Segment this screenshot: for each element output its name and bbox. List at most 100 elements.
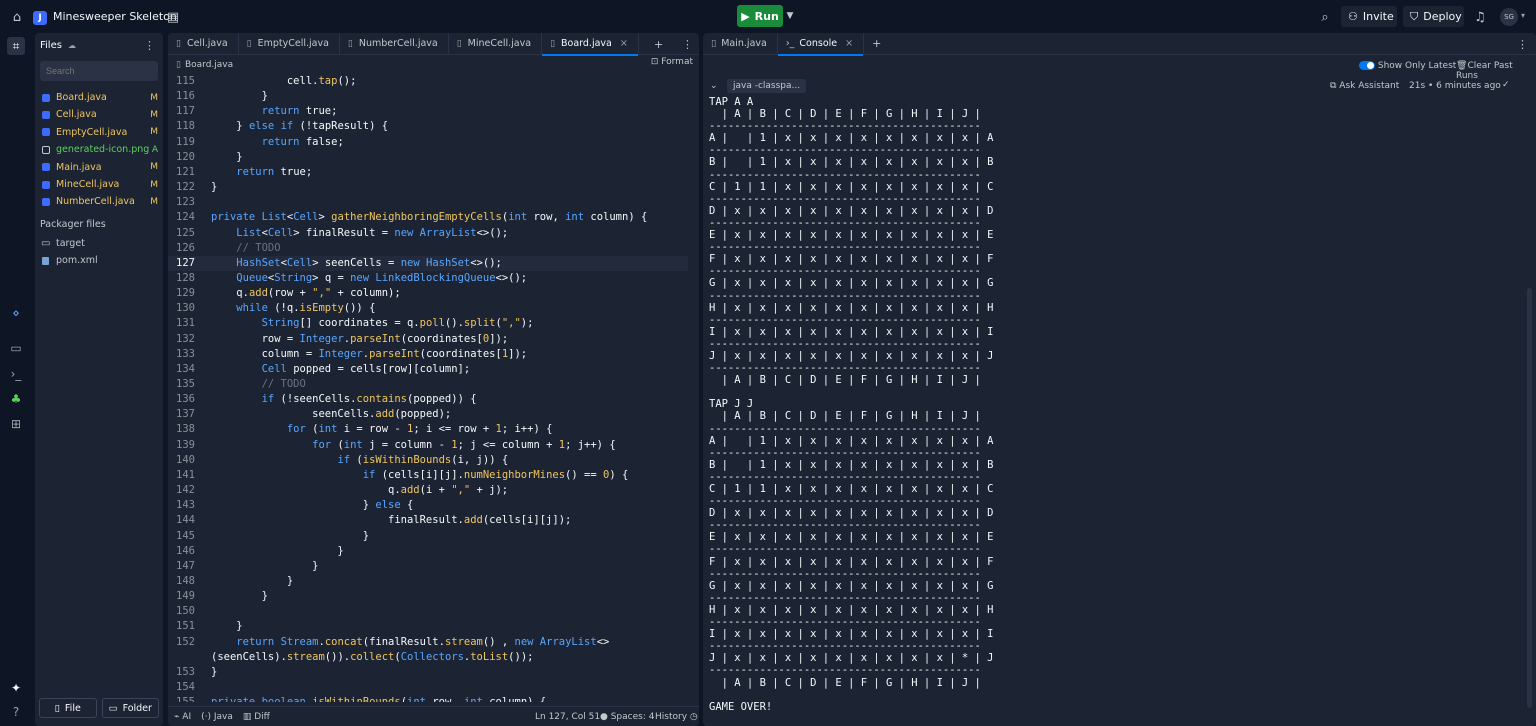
layout-icon[interactable]: ▤ [163, 7, 183, 27]
code-line[interactable]: 115 cell.tap(); [168, 74, 688, 89]
file-item[interactable]: NumberCell.java M [38, 193, 160, 210]
code-line[interactable]: (seenCells).stream()).collect(Collectors… [168, 650, 688, 665]
ai-button[interactable]: ⌁ AI [174, 712, 191, 722]
code-line[interactable]: 150 [168, 604, 688, 619]
file-item[interactable]: Cell.java M [38, 106, 160, 123]
invite-button[interactable]: ⚇ Invite [1341, 6, 1397, 27]
more-options-icon[interactable]: ⋮ [144, 39, 155, 52]
code-line[interactable]: 127 HashSet<Cell> seenCells = new HashSe… [168, 255, 688, 271]
cursor-position[interactable]: Ln 127, Col 51 [535, 712, 600, 722]
code-line[interactable]: 145 } [168, 529, 688, 544]
more-options-icon[interactable]: ⋮ [682, 38, 693, 51]
console-scrollbar[interactable] [1527, 288, 1532, 708]
home-icon[interactable]: ⌂ [7, 7, 27, 27]
bell-icon[interactable]: ♫ [1470, 7, 1490, 27]
code-line[interactable]: 149 } [168, 589, 688, 604]
editor-tab[interactable]: ▯ MineCell.java [449, 33, 543, 55]
more-options-icon[interactable]: ⋮ [1517, 38, 1528, 51]
code-line[interactable]: 141 if (cells[i][j].numNeighborMines() =… [168, 468, 688, 483]
history-button[interactable]: History ◷ [655, 712, 698, 722]
code-line[interactable]: 138 for (int i = row - 1; i <= row + 1; … [168, 422, 688, 437]
avatar[interactable]: SG [1500, 8, 1518, 26]
code-line[interactable]: 125 List<Cell> finalResult = new ArrayLi… [168, 226, 688, 241]
editor-tab[interactable]: ▯ EmptyCell.java [239, 33, 340, 55]
code-line[interactable]: 130 while (!q.isEmpty()) { [168, 301, 688, 316]
indent-setting[interactable]: ● Spaces: 4 [600, 712, 654, 722]
code-line[interactable]: 155 private boolean isWithinBounds(int ro… [168, 695, 688, 702]
packager-item-target[interactable]: ▭ target [38, 235, 160, 252]
help-icon[interactable]: ? [7, 703, 25, 721]
code-line[interactable]: 154 [168, 680, 688, 695]
close-icon[interactable]: × [845, 38, 853, 49]
code-line[interactable]: 129 q.add(row + "," + column); [168, 286, 688, 301]
code-line[interactable]: 151 } [168, 619, 688, 634]
code-line[interactable]: 126 // TODO [168, 241, 688, 256]
close-icon[interactable]: × [620, 38, 628, 49]
code-line[interactable]: 148 } [168, 574, 688, 589]
git-icon[interactable]: ⋄ [7, 304, 25, 322]
ask-assistant-button[interactable]: ⧉ Ask Assistant [1330, 81, 1399, 91]
show-only-latest-toggle[interactable]: Show Only Latest [1359, 61, 1456, 71]
project-name[interactable]: Minesweeper Skeleton [53, 10, 177, 23]
code-area[interactable]: 115 cell.tap(); 116 } 117 return true; 118 … [168, 74, 699, 702]
code-line[interactable]: 139 for (int j = column - 1; j <= column… [168, 438, 688, 453]
add-tab-icon[interactable]: + [654, 38, 663, 51]
code-line[interactable]: 137 seenCells.add(popped); [168, 407, 688, 422]
run-options-chevron-icon[interactable]: ▼ [783, 5, 797, 27]
file-item[interactable]: EmptyCell.java M [38, 124, 160, 141]
code-line[interactable]: 121 return true; [168, 165, 688, 180]
file-item[interactable]: MineCell.java M [38, 176, 160, 193]
new-folder-button[interactable]: ▭ Folder [101, 698, 159, 718]
editor-tab[interactable]: ▯ Board.java × [542, 33, 639, 56]
console-output[interactable]: TAP A A | A | B | C | D | E | F | G | H … [709, 96, 1509, 716]
run-command-chip[interactable]: java -classpa... [727, 79, 807, 93]
tools-grid-icon[interactable]: ⊞ [7, 415, 25, 433]
code-line[interactable]: 128 Queue<String> q = new LinkedBlocking… [168, 271, 688, 286]
search-input[interactable] [40, 61, 158, 81]
file-item[interactable]: generated-icon.png A [38, 141, 160, 158]
new-file-button[interactable]: ▯ File [39, 698, 97, 718]
run-button[interactable]: ▶ Run [737, 5, 783, 27]
code-line[interactable]: 134 Cell popped = cells[row][column]; [168, 362, 688, 377]
files-pane-icon[interactable]: ⌗ [7, 37, 25, 55]
language-button[interactable]: (·) Java [201, 712, 233, 722]
code-line[interactable]: 120 } [168, 150, 688, 165]
code-line[interactable]: 146 } [168, 544, 688, 559]
code-line[interactable]: 132 row = Integer.parseInt(coordinates[0… [168, 332, 688, 347]
file-item[interactable]: Board.java M [38, 89, 160, 106]
editor-tab[interactable]: ▯ Cell.java [168, 33, 239, 55]
editor-tab[interactable]: ▯ NumberCell.java [340, 33, 449, 55]
tab-main-java[interactable]: ▯ Main.java [703, 33, 778, 55]
code-line[interactable]: 133 column = Integer.parseInt(coordinate… [168, 347, 688, 362]
add-tab-icon[interactable]: + [872, 37, 881, 50]
code-line[interactable]: 119 return false; [168, 135, 688, 150]
console-icon[interactable]: ›_ [7, 365, 25, 383]
diff-button[interactable]: ▥ Diff [243, 712, 270, 722]
format-button[interactable]: ⊡ Format [651, 57, 693, 67]
code-line[interactable]: 131 String[] coordinates = q.poll().spli… [168, 316, 688, 331]
deploy-button[interactable]: ⛉ Deploy [1403, 6, 1464, 27]
tab-console[interactable]: ›_ Console × [777, 33, 865, 56]
chevron-down-icon[interactable]: ▾ [1521, 11, 1525, 20]
code-line[interactable]: 136 if (!seenCells.contains(popped)) { [168, 392, 688, 407]
file-item[interactable]: Main.java M [38, 159, 160, 176]
sparkle-icon[interactable]: ✦ [7, 679, 25, 697]
code-line[interactable]: 122} [168, 180, 688, 195]
code-line[interactable]: 142 q.add(i + "," + j); [168, 483, 688, 498]
code-line[interactable]: 140 if (isWithinBounds(i, j)) { [168, 453, 688, 468]
code-line[interactable]: 143 } else { [168, 498, 688, 513]
code-line[interactable]: 124 private List<Cell> gatherNeighboringE… [168, 210, 688, 225]
packager-item-pom[interactable]: pom.xml [38, 252, 160, 269]
code-line[interactable]: 147 } [168, 559, 688, 574]
code-line[interactable]: 123 [168, 195, 688, 210]
code-line[interactable]: 116 } [168, 89, 688, 104]
preview-icon[interactable]: ▭ [7, 339, 25, 357]
code-line[interactable]: 117 return true; [168, 104, 688, 119]
code-line[interactable]: 135 // TODO [168, 377, 688, 392]
code-line[interactable]: 144 finalResult.add(cells[i][j]); [168, 513, 688, 528]
code-line[interactable]: 118 } else if (!tapResult) { [168, 119, 688, 134]
code-line[interactable]: 152 return Stream.concat(finalResult.str… [168, 635, 688, 650]
code-line[interactable]: 153} [168, 665, 688, 680]
packager-icon[interactable]: ♣ [7, 390, 25, 408]
search-icon[interactable]: ⌕ [1315, 7, 1335, 27]
